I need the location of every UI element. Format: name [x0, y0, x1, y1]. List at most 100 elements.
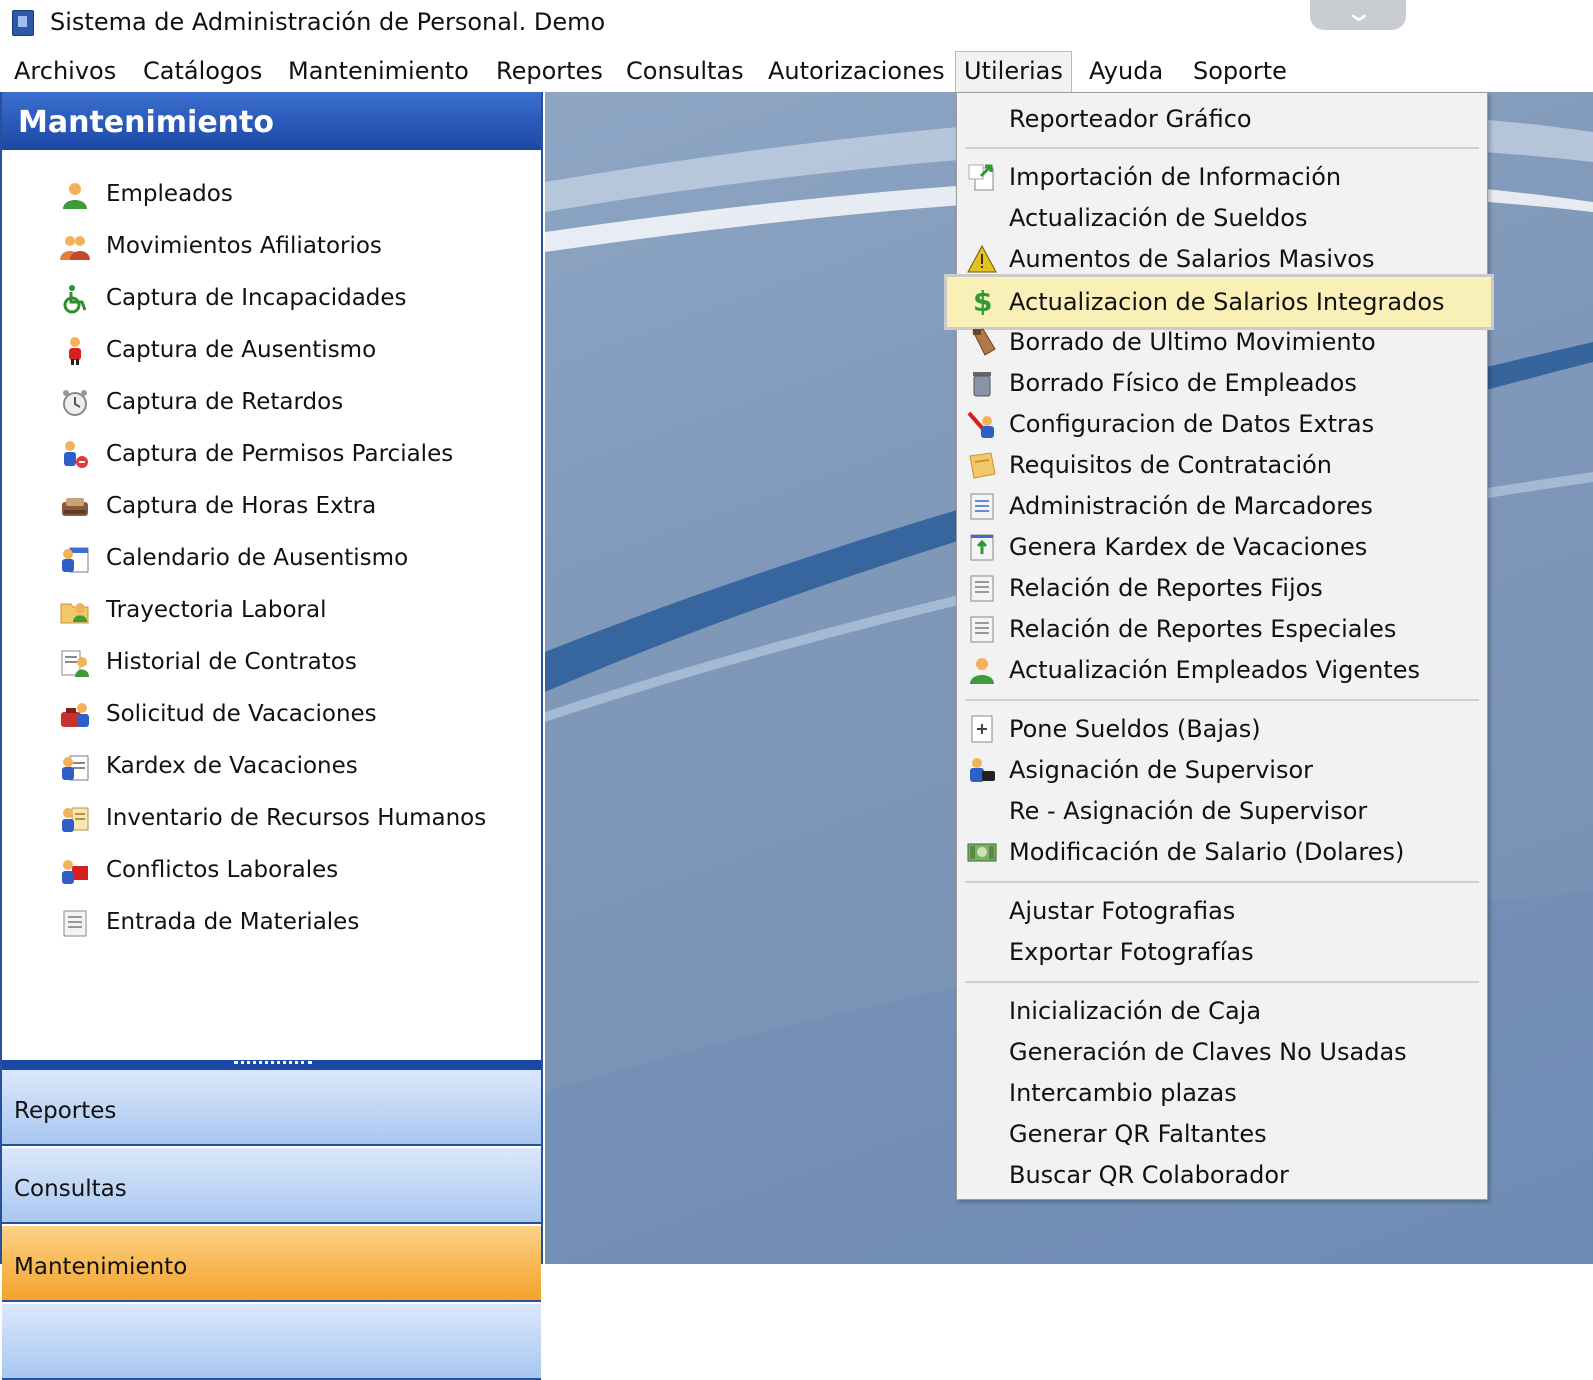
menu-item-borrado-fisico-empleados[interactable]: Borrado Físico de Empleados	[957, 363, 1487, 403]
menu-item-intercambio-plazas[interactable]: Intercambio plazas	[957, 1073, 1487, 1113]
menu-separator	[965, 981, 1479, 983]
trash-icon	[973, 372, 991, 397]
window-title: Sistema de Administración de Personal. D…	[50, 8, 606, 36]
menu-item-genera-kardex-vacaciones[interactable]: Genera Kardex de Vacaciones	[957, 527, 1487, 567]
group-next-button[interactable]	[2, 1304, 541, 1380]
sidebar-item-label: Entrada de Materiales	[106, 909, 360, 935]
svg-text:$: $	[973, 285, 992, 315]
menu-item-borrado-ultimo-movimiento[interactable]: Borrado de Ultimo Movimiento	[957, 322, 1487, 362]
menu-item-actualizacion-empleados-vigentes[interactable]: Actualización Empleados Vigentes	[957, 650, 1487, 690]
menu-item-asignacion-supervisor[interactable]: Asignación de Supervisor	[957, 750, 1487, 790]
sidebar-item-label: Captura de Ausentismo	[106, 337, 377, 363]
menu-item-relacion-reportes-especiales[interactable]: Relación de Reportes Especiales	[957, 609, 1487, 649]
sidebar-nav-list: Empleados Movimientos Afiliatorios Captu…	[2, 152, 541, 1057]
menu-item-actualizacion-sueldos[interactable]: Actualización de Sueldos	[957, 198, 1487, 238]
menu-separator	[965, 699, 1479, 701]
hours-extra-icon	[62, 498, 88, 516]
contract-history-icon	[61, 650, 89, 677]
sidebar-header: Mantenimiento	[2, 92, 541, 150]
menu-item-reasignacion-supervisor[interactable]: Re - Asignación de Supervisor	[957, 791, 1487, 831]
menu-separator	[965, 881, 1479, 883]
group-consultas-button[interactable]: Consultas	[2, 1148, 541, 1224]
menu-item-ajustar-fotografias[interactable]: Ajustar Fotografias	[957, 891, 1487, 931]
menu-item-label: Administración de Marcadores	[1009, 492, 1373, 520]
menu-item-label: Borrado Físico de Empleados	[1009, 369, 1357, 397]
alarm-clock-icon	[63, 390, 87, 416]
menu-item-aumentos-salarios-masivos[interactable]: Aumentos de Salarios Masivos	[957, 239, 1487, 279]
menu-item-label: Configuracion de Datos Extras	[1009, 410, 1375, 438]
sidebar-item-label: Trayectoria Laboral	[106, 597, 327, 623]
menu-item-label: Generar QR Faltantes	[1009, 1120, 1267, 1148]
menu-archivos[interactable]: Archivos	[6, 52, 124, 90]
menu-item-label: Intercambio plazas	[1009, 1079, 1237, 1107]
checklist-icon	[970, 493, 994, 520]
menu-consultas[interactable]: Consultas	[618, 52, 752, 90]
menu-bar: Archivos Catálogos Mantenimiento Reporte…	[0, 50, 1593, 94]
sidebar-item-label: Conflictos Laborales	[106, 857, 339, 883]
conflict-icon	[62, 860, 88, 884]
wheelchair-icon	[63, 285, 87, 314]
menu-item-label: Genera Kardex de Vacaciones	[1009, 533, 1368, 561]
menu-item-label: Asignación de Supervisor	[1009, 756, 1313, 784]
menu-ayuda[interactable]: Ayuda	[1081, 52, 1171, 90]
menu-soporte[interactable]: Soporte	[1185, 52, 1295, 90]
menu-item-label: Generación de Claves No Usadas	[1009, 1038, 1407, 1066]
money-bill-icon	[967, 843, 997, 862]
menu-item-relacion-reportes-fijos[interactable]: Relación de Reportes Fijos	[957, 568, 1487, 608]
menu-item-buscar-qr-colaborador[interactable]: Buscar QR Colaborador	[957, 1155, 1487, 1195]
menu-item-label: Importación de Información	[1009, 163, 1342, 191]
vacation-request-icon	[61, 703, 89, 727]
menu-item-label: Reporteador Gráfico	[1009, 105, 1252, 133]
sidebar-item-label: Historial de Contratos	[106, 649, 357, 675]
person-icon	[63, 183, 87, 209]
menu-item-label: Buscar QR Colaborador	[1009, 1161, 1289, 1189]
menu-item-label: Borrado de Ultimo Movimiento	[1009, 328, 1376, 356]
menu-mantenimiento[interactable]: Mantenimiento	[280, 52, 477, 90]
menu-item-label: Actualizacion de Salarios Integrados	[1009, 288, 1445, 316]
menu-item-label: Actualización de Sueldos	[1009, 204, 1308, 232]
sidebar-item-label: Captura de Horas Extra	[106, 493, 377, 519]
menu-item-exportar-fotografias[interactable]: Exportar Fotografías	[957, 932, 1487, 972]
sidebar-item-label: Captura de Permisos Parciales	[106, 441, 454, 467]
menu-item-label: Relación de Reportes Especiales	[1009, 615, 1397, 643]
sidebar-splitter[interactable]	[2, 1060, 541, 1070]
chevron-down-icon: ⌄	[1343, 0, 1375, 28]
document-icon	[63, 910, 87, 937]
report-list-icon	[970, 616, 994, 643]
person-icon	[970, 658, 994, 684]
collapse-ribbon-button[interactable]: ⌄	[1310, 0, 1406, 30]
menu-item-requisitos-contratacion[interactable]: Requisitos de Contratación	[957, 445, 1487, 485]
menu-catalogos[interactable]: Catálogos	[135, 52, 270, 90]
menu-reportes[interactable]: Reportes	[488, 52, 611, 90]
menu-item-administracion-marcadores[interactable]: Administración de Marcadores	[957, 486, 1487, 526]
menu-item-label: Actualización Empleados Vigentes	[1009, 656, 1420, 684]
menu-utilerias[interactable]: Utilerias	[955, 51, 1072, 94]
folder-person-icon	[60, 603, 89, 624]
menu-item-generar-qr-faltantes[interactable]: Generar QR Faltantes	[957, 1114, 1487, 1154]
warning-triangle-icon	[967, 244, 997, 273]
menu-item-importacion-informacion[interactable]: Importación de Información	[957, 157, 1487, 197]
sidebar: Mantenimiento Empleados Movimientos Afil…	[0, 92, 543, 1380]
dollar-icon: $	[973, 285, 992, 315]
kardex-icon	[62, 755, 89, 781]
supervisor-icon	[970, 758, 995, 782]
menu-item-generacion-claves-no-usadas[interactable]: Generación de Claves No Usadas	[957, 1032, 1487, 1072]
menu-item-label: Re - Asignación de Supervisor	[1009, 797, 1368, 825]
menu-separator	[965, 147, 1479, 149]
eraser-icon	[972, 328, 996, 356]
menu-item-configuracion-datos-extras[interactable]: Configuracion de Datos Extras	[957, 404, 1487, 444]
calendar-icon	[62, 547, 89, 573]
menu-item-label: Aumentos de Salarios Masivos	[1009, 245, 1375, 273]
menu-item-label: Ajustar Fotografias	[1009, 897, 1236, 925]
menu-item-inicializacion-caja[interactable]: Inicialización de Caja	[957, 991, 1487, 1031]
menu-autorizaciones[interactable]: Autorizaciones	[760, 52, 953, 90]
group-reportes-button[interactable]: Reportes	[2, 1070, 541, 1146]
menu-item-modificacion-salario-dolares[interactable]: Modificación de Salario (Dolares)	[957, 832, 1487, 872]
utilerias-dropdown-menu: Reporteador Gráfico Importación de Infor…	[944, 92, 1494, 1200]
menu-item-label: Relación de Reportes Fijos	[1009, 574, 1323, 602]
menu-item-reporteador-grafico[interactable]: Reporteador Gráfico	[957, 99, 1487, 139]
sidebar-item-label: Inventario de Recursos Humanos	[106, 805, 487, 831]
import-icon	[968, 164, 994, 191]
group-mantenimiento-button[interactable]: Mantenimiento	[2, 1226, 541, 1302]
menu-item-pone-sueldos-bajas[interactable]: Pone Sueldos (Bajas)	[957, 709, 1487, 749]
